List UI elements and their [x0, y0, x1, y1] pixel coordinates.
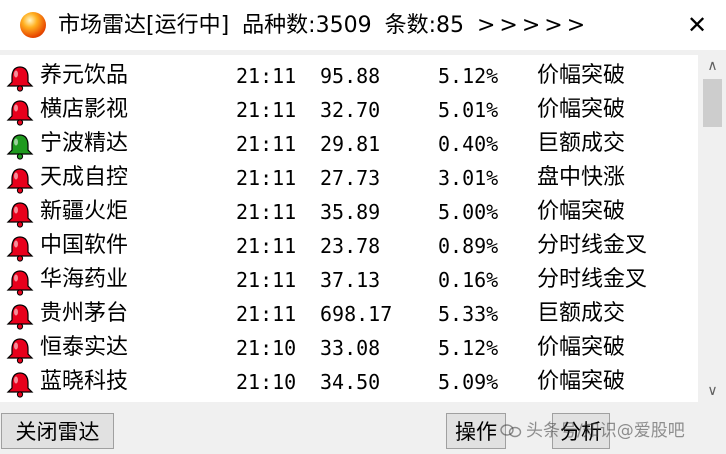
signal-type: 巨额成交 [537, 131, 626, 156]
variety-count: 品种数:3509 [242, 13, 372, 38]
list-item[interactable]: 养元饮品 21:11 95.88 5.12% 价幅突破 [0, 59, 698, 93]
stock-name: 养元饮品 [40, 63, 129, 88]
red-bell-icon [6, 100, 34, 126]
stock-price: 33.08 [320, 336, 381, 360]
stock-name: 中国软件 [40, 233, 129, 258]
red-bell-icon [6, 236, 34, 262]
list-item[interactable]: 华海药业 21:11 37.13 0.16% 分时线金叉 [0, 263, 698, 297]
more-arrows[interactable]: >>>>> [477, 13, 589, 38]
vertical-scrollbar[interactable]: ∧ ∨ [699, 55, 726, 402]
alert-time: 21:10 [236, 370, 297, 394]
change-percent: 5.00% [438, 200, 499, 224]
alert-time: 21:11 [236, 64, 297, 88]
change-percent: 0.16% [438, 268, 499, 292]
signal-type: 盘中快涨 [537, 165, 626, 190]
list-item[interactable]: 新疆火炬 21:11 35.89 5.00% 价幅突破 [0, 195, 698, 229]
stock-name: 新疆火炬 [40, 199, 129, 224]
stock-price: 35.89 [320, 200, 381, 224]
stock-price: 29.81 [320, 132, 381, 156]
change-percent: 0.40% [438, 132, 499, 156]
stock-name: 恒泰实达 [40, 335, 129, 360]
red-bell-icon [6, 202, 34, 228]
alert-time: 21:11 [236, 200, 297, 224]
signal-type: 巨额成交 [537, 301, 626, 326]
change-percent: 3.01% [438, 166, 499, 190]
change-percent: 5.12% [438, 64, 499, 88]
stock-price: 698.17 [320, 302, 393, 326]
red-bell-icon [6, 168, 34, 194]
red-bell-icon [6, 66, 34, 92]
list-item[interactable]: 宁波精达 21:11 29.81 0.40% 巨额成交 [0, 127, 698, 161]
change-percent: 5.33% [438, 302, 499, 326]
scroll-thumb[interactable] [703, 79, 722, 127]
signal-type: 分时线金叉 [537, 267, 648, 292]
stock-name: 华海药业 [40, 267, 129, 292]
signal-type: 价幅突破 [537, 335, 626, 360]
stock-name: 宁波精达 [40, 131, 129, 156]
signal-type: 分时线金叉 [537, 233, 648, 258]
red-bell-icon [6, 372, 34, 398]
change-percent: 0.89% [438, 234, 499, 258]
record-count: 条数:85 [384, 13, 464, 38]
watermark-text: 头条号/知识@爱股吧 [526, 421, 685, 441]
window-title-name: 市场雷达[运行中] [58, 13, 230, 38]
scroll-up-icon[interactable]: ∧ [699, 55, 726, 77]
list-item[interactable]: 天成自控 21:11 27.73 3.01% 盘中快涨 [0, 161, 698, 195]
window-title: 市场雷达[运行中] 品种数:3509 条数:85 >>>>> [58, 10, 595, 42]
radar-app-icon [20, 12, 46, 38]
signal-type: 价幅突破 [537, 199, 626, 224]
signal-type: 价幅突破 [537, 97, 626, 122]
list-item[interactable]: 横店影视 21:11 32.70 5.01% 价幅突破 [0, 93, 698, 127]
close-icon[interactable]: ✕ [682, 8, 712, 42]
change-percent: 5.01% [438, 98, 499, 122]
radar-list[interactable]: 养元饮品 21:11 95.88 5.12% 价幅突破 横店影视 21:11 32.70 5.0… [0, 55, 698, 402]
alert-time: 21:11 [236, 132, 297, 156]
operate-button[interactable]: 操作 [446, 413, 506, 449]
alert-time: 21:11 [236, 302, 297, 326]
chat-bubbles-icon [500, 424, 522, 438]
list-item[interactable]: 恒泰实达 21:10 33.08 5.12% 价幅突破 [0, 331, 698, 365]
change-percent: 5.09% [438, 370, 499, 394]
stock-name: 横店影视 [40, 97, 129, 122]
change-percent: 5.12% [438, 336, 499, 360]
alert-time: 21:11 [236, 98, 297, 122]
signal-type: 价幅突破 [537, 369, 626, 394]
watermark: 头条号/知识@爱股吧 [500, 414, 685, 448]
alert-time: 21:10 [236, 336, 297, 360]
green-bell-icon [6, 134, 34, 160]
stock-price: 27.73 [320, 166, 381, 190]
list-item[interactable]: 蓝晓科技 21:10 34.50 5.09% 价幅突破 [0, 365, 698, 399]
close-radar-button[interactable]: 关闭雷达 [1, 413, 114, 449]
stock-price: 34.50 [320, 370, 381, 394]
stock-name: 贵州茅台 [40, 301, 129, 326]
title-bar: 市场雷达[运行中] 品种数:3509 条数:85 >>>>> ✕ [0, 0, 726, 50]
alert-time: 21:11 [236, 166, 297, 190]
stock-price: 23.78 [320, 234, 381, 258]
stock-price: 95.88 [320, 64, 381, 88]
scroll-down-icon[interactable]: ∨ [699, 380, 726, 402]
list-item[interactable]: 贵州茅台 21:11 698.17 5.33% 巨额成交 [0, 297, 698, 331]
red-bell-icon [6, 304, 34, 330]
stock-name: 蓝晓科技 [40, 369, 129, 394]
stock-price: 37.13 [320, 268, 381, 292]
list-item[interactable]: 中国软件 21:11 23.78 0.89% 分时线金叉 [0, 229, 698, 263]
stock-name: 天成自控 [40, 165, 129, 190]
alert-time: 21:11 [236, 234, 297, 258]
alert-time: 21:11 [236, 268, 297, 292]
red-bell-icon [6, 338, 34, 364]
red-bell-icon [6, 270, 34, 296]
stock-price: 32.70 [320, 98, 381, 122]
signal-type: 价幅突破 [537, 63, 626, 88]
